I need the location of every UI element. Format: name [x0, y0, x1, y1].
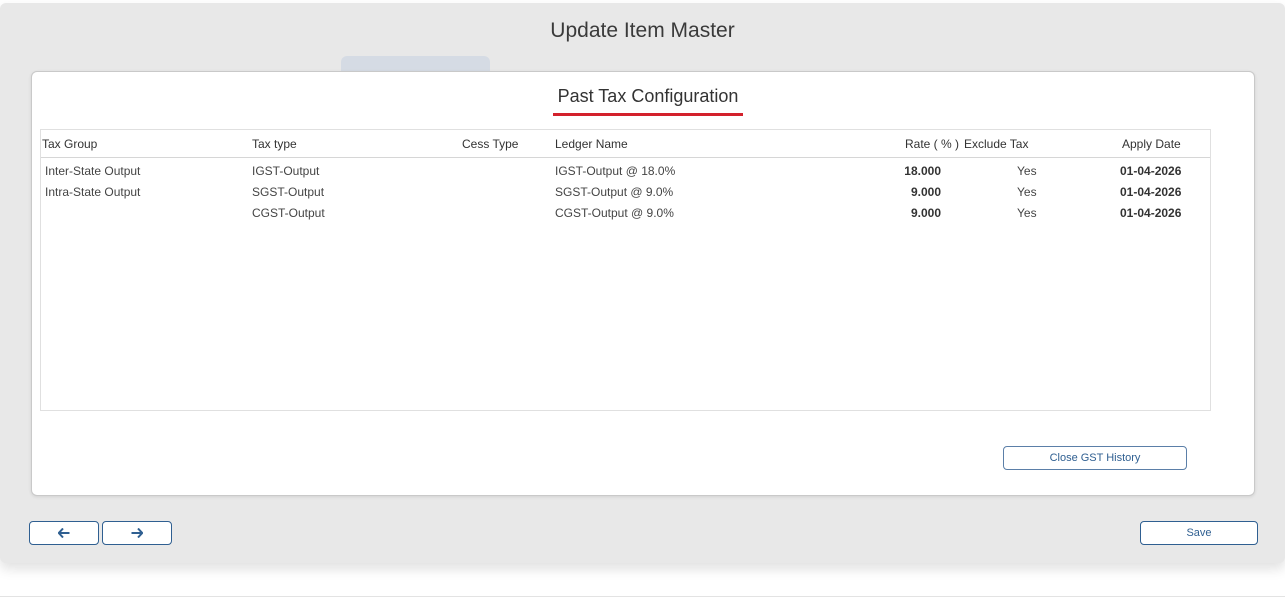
window-title: Update Item Master — [550, 19, 735, 42]
cell-ledger-name: CGST-Output @ 9.0% — [555, 206, 674, 220]
cell-rate: 9.000 — [910, 185, 941, 199]
header-exclude-tax: Exclude Tax — [964, 137, 1029, 151]
cell-tax-group: Intra-State Output — [45, 185, 141, 199]
header-apply-date: Apply Date — [1122, 137, 1181, 151]
close-gst-history-button[interactable]: Close GST History — [1003, 446, 1187, 470]
cell-exclude-tax: Yes — [1017, 206, 1037, 220]
cell-exclude-tax: Yes — [1017, 164, 1037, 178]
header-tax-group: Tax Group — [42, 137, 98, 151]
update-item-master-window: Update Item Master Past Tax Configuratio… — [0, 3, 1285, 563]
dialog-title: Past Tax Configuration — [553, 86, 743, 116]
cell-ledger-name: SGST-Output @ 9.0% — [555, 185, 674, 199]
table-header: Tax Group Tax type Cess Type Ledger Name… — [41, 130, 1210, 158]
cell-tax-group: Inter-State Output — [45, 164, 141, 178]
header-rate: Rate ( % ) — [905, 137, 960, 151]
cell-tax-type: IGST-Output — [252, 164, 320, 178]
cell-rate: 9.000 — [910, 206, 941, 220]
header-ledger-name: Ledger Name — [555, 137, 628, 151]
tax-history-table: Tax Group Tax type Cess Type Ledger Name… — [40, 129, 1211, 411]
cell-exclude-tax: Yes — [1017, 185, 1037, 199]
table-row[interactable]: Inter-State Output IGST-Output IGST-Outp… — [41, 160, 1210, 181]
cell-rate: 18.000 — [904, 164, 941, 178]
arrow-left-icon — [58, 528, 70, 538]
previous-button[interactable] — [29, 521, 99, 545]
cell-ledger-name: IGST-Output @ 18.0% — [555, 164, 676, 178]
cell-tax-type: SGST-Output — [252, 185, 325, 199]
header-cess-type: Cess Type — [462, 137, 519, 151]
past-tax-configuration-dialog: Past Tax Configuration Tax Group Tax typ… — [31, 71, 1255, 496]
save-button[interactable]: Save — [1140, 521, 1258, 545]
cell-apply-date: 01-04-2026 — [1120, 164, 1182, 178]
cell-apply-date: 01-04-2026 — [1120, 185, 1182, 199]
header-tax-type: Tax type — [252, 137, 297, 151]
page-divider — [0, 596, 1285, 597]
table-row[interactable]: Intra-State Output SGST-Output SGST-Outp… — [41, 181, 1210, 202]
cell-apply-date: 01-04-2026 — [1120, 206, 1182, 220]
cell-tax-type: CGST-Output — [252, 206, 325, 220]
table-row[interactable]: CGST-Output CGST-Output @ 9.0% 9.000 Yes… — [41, 202, 1210, 223]
arrow-right-icon — [131, 528, 143, 538]
next-button[interactable] — [102, 521, 172, 545]
